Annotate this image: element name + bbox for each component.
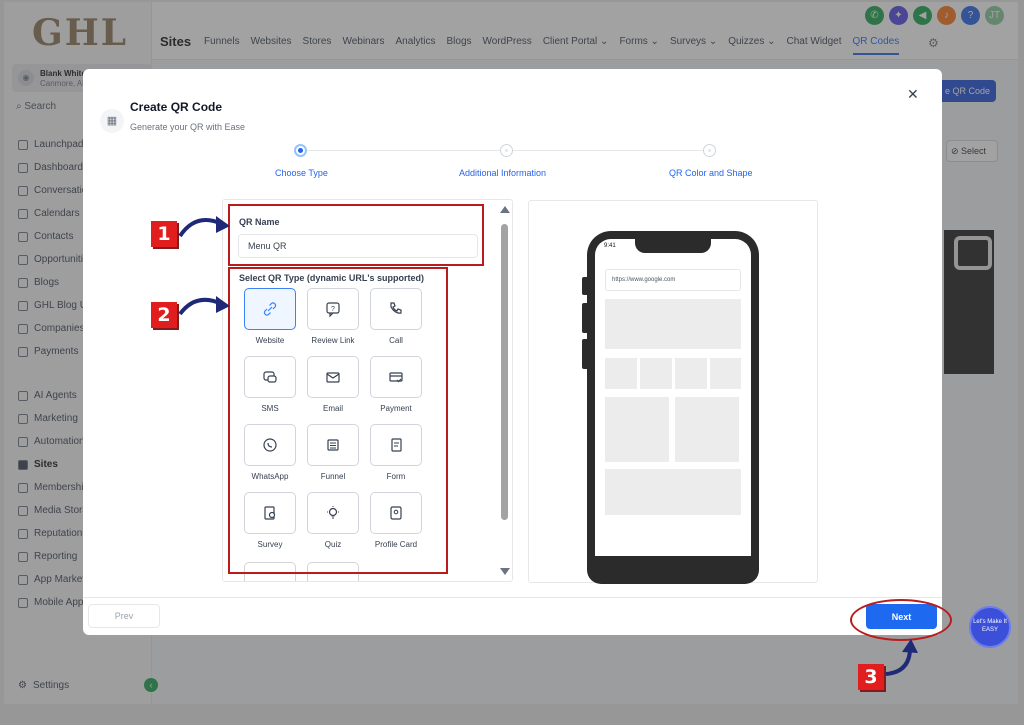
placeholder-block [640,358,672,389]
annotation-number-1: 1 [151,221,177,247]
create-qr-modal: ▦ Create QR Code Generate your QR with E… [83,69,942,635]
placeholder-block [605,469,741,515]
modal-title: Create QR Code [130,100,223,114]
annotation-number-2: 2 [151,302,177,328]
modal-footer-divider [83,597,942,598]
scrollbar-thumb[interactable] [501,224,508,520]
scrollbar[interactable] [498,200,512,581]
scroll-up-icon[interactable] [500,206,510,213]
placeholder-block [710,358,741,389]
annotation-arrow-3 [885,639,918,676]
step-dot-2[interactable] [500,144,513,157]
prev-button[interactable]: Prev [88,604,160,628]
annotation-arrow-1 [178,216,230,238]
placeholder-block [605,299,741,349]
step-label-qr-color-shape[interactable]: QR Color and Shape [669,168,753,178]
phone-screen: 9:41 https://www.google.com [595,239,751,556]
close-icon[interactable]: ✕ [907,86,919,103]
phone-mockup: 9:41 https://www.google.com [582,231,759,584]
qr-code-icon: ▦ [100,109,124,133]
phone-time: 9:41 [604,243,616,249]
annotation-box-qr-name [228,204,484,266]
placeholder-block [605,358,637,389]
step-dot-1[interactable] [294,144,307,157]
placeholder-block [675,358,707,389]
step-label-additional-information[interactable]: Additional Information [459,168,546,178]
annotation-circle-next [850,599,952,641]
annotation-arrow-2 [178,296,230,316]
placeholder-block [605,397,669,462]
annotation-box-qr-type [228,267,448,574]
phone-preview-panel: 9:41 https://www.google.com [528,200,818,584]
scroll-down-icon[interactable] [500,568,510,575]
modal-subtitle: Generate your QR with Ease [130,122,246,132]
watermark-badge: Let's Make It EASY [969,606,1011,648]
phone-url-bar: https://www.google.com [605,269,741,291]
step-label-choose-type[interactable]: Choose Type [275,168,328,178]
placeholder-block [675,397,739,462]
step-dot-3[interactable] [703,144,716,157]
